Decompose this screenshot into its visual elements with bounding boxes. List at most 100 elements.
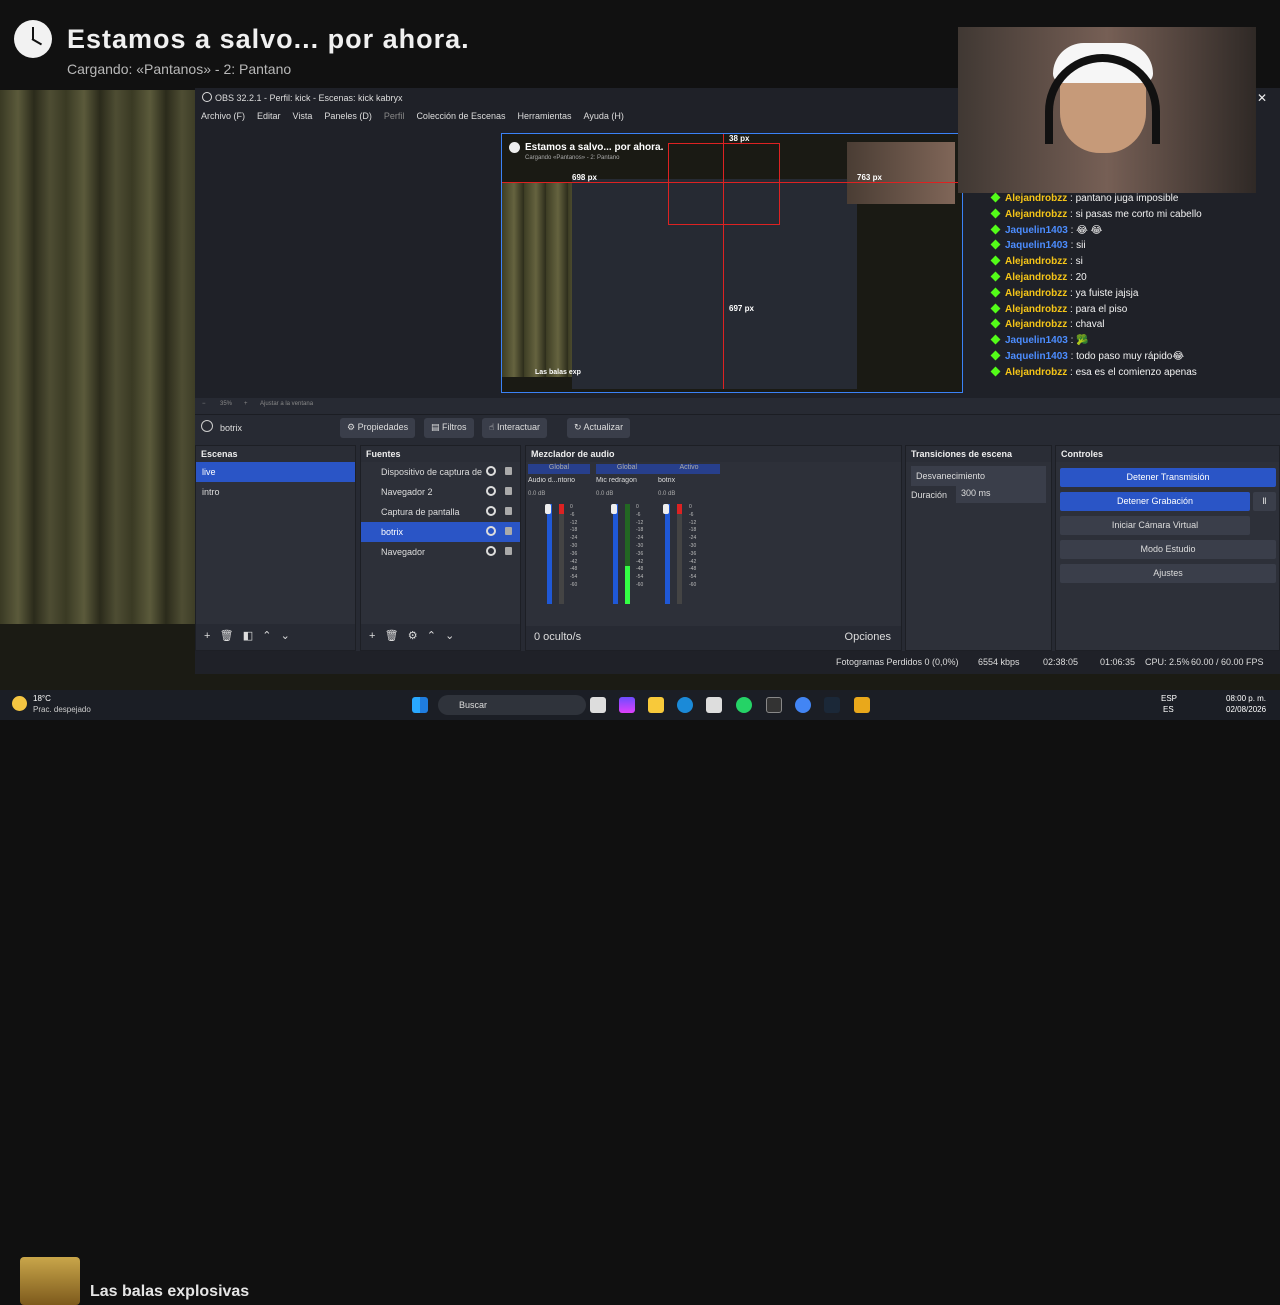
mixer-channel-botrix: Activo botrix 0.0 dB 0 -6 -12 -18 -24 -30 -36 -42-… xyxy=(658,464,720,622)
duration-input[interactable]: 300 ms xyxy=(956,483,1046,503)
clock-icon xyxy=(14,20,52,58)
channel-name-botrix[interactable]: botrix xyxy=(658,477,720,491)
menu-file[interactable]: Archivo (F) xyxy=(195,108,251,124)
start-virtual-camera-button[interactable]: Iniciar Cámara Virtual xyxy=(1060,516,1250,535)
taskbar-date[interactable]: 02/08/2026 xyxy=(1226,705,1266,714)
sources-title: Fuentes xyxy=(361,446,520,462)
treasure-chest-icon xyxy=(20,1257,80,1305)
chat-message: Jaquelin1403 : 🥦 xyxy=(990,334,1280,351)
fit-window-button[interactable]: Ajustar a la ventana xyxy=(260,401,313,407)
input-language[interactable]: ESP xyxy=(1161,694,1177,703)
overlay-title: Estamos a salvo... por ahora. xyxy=(67,24,470,54)
transitions-dock: Transiciones de escena Desvanecimiento D… xyxy=(905,445,1052,651)
source-item-browser[interactable]: Navegador xyxy=(361,542,520,562)
menu-view[interactable]: Vista xyxy=(287,108,319,124)
game-curtain-background xyxy=(0,90,195,624)
source-item-screen-capture[interactable]: Captura de pantalla xyxy=(361,502,520,522)
task-view-icon[interactable] xyxy=(590,697,606,713)
stop-recording-button[interactable]: Detener Grabación xyxy=(1060,492,1250,511)
cpu-usage: CPU: 2.5% xyxy=(1145,657,1190,667)
channel-name-desktop[interactable]: Audio d...ritorio xyxy=(528,477,590,491)
selection-guide-horizontal xyxy=(502,182,962,183)
browser-source-icon xyxy=(201,420,213,432)
chat-message: Jaquelin1403 : todo paso muy rápido😂 xyxy=(990,350,1280,367)
preview-curtain xyxy=(502,182,572,377)
mixer-title: Mezclador de audio xyxy=(526,446,901,462)
scene-tools[interactable]: + 🗑 ◧ ⌃ ⌄ xyxy=(196,624,355,650)
source-item-browser-2[interactable]: Navegador 2 xyxy=(361,482,520,502)
studio-mode-button[interactable]: Modo Estudio xyxy=(1060,540,1276,559)
properties-button[interactable]: ⚙ Propiedades xyxy=(340,418,416,438)
overlay-subtitle: Cargando: «Pantanos» - 2: Pantano xyxy=(67,61,292,77)
game-tip-text: Las balas explosivas xyxy=(90,1283,250,1300)
weather-text: Prac. despejado xyxy=(33,705,91,714)
edge-icon[interactable] xyxy=(677,697,693,713)
chat-message: Alejandrobzz : esa es el comienzo apenas xyxy=(990,366,1280,383)
menu-edit[interactable]: Editar xyxy=(251,108,287,124)
game-icon[interactable] xyxy=(854,697,870,713)
whatsapp-icon[interactable] xyxy=(736,697,752,713)
program-preview[interactable]: Estamos a salvo... por ahora. Cargando «… xyxy=(501,133,963,393)
source-toolbar: botrix ⚙ Propiedades ▤ Filtros ☝ Interac… xyxy=(195,414,1280,440)
refresh-button[interactable]: ↻ Actualizar xyxy=(567,418,631,438)
menu-profile[interactable]: Perfil xyxy=(378,108,411,124)
mixer-channel-mic: Global Mic redragon 0.0 dB 0 -6 -12 -18 -24 -30-… xyxy=(596,464,658,622)
record-time: 01:06:35 xyxy=(1100,657,1136,667)
stop-stream-button[interactable]: Detener Transmisión xyxy=(1060,468,1276,487)
chrome-icon[interactable] xyxy=(795,697,811,713)
chat-message: Jaquelin1403 : sii xyxy=(990,239,1280,256)
selected-source-name: botrix xyxy=(220,423,243,433)
preview-zoom-bar: −35% + Ajustar a la ventana xyxy=(202,401,314,407)
controls-dock: Controles Detener Transmisión Detener Gr… xyxy=(1055,445,1280,651)
sources-dock: Fuentes Dispositivo de captura de Navega… xyxy=(360,445,521,651)
dropped-frames: Fotogramas Perdidos 0 (0,0%) xyxy=(836,657,959,667)
source-item-botrix[interactable]: botrix xyxy=(361,522,520,542)
pause-recording-button[interactable]: Ⅱ xyxy=(1253,492,1276,511)
steam-icon[interactable] xyxy=(824,697,840,713)
mixer-options-button[interactable]: Opciones xyxy=(845,631,891,643)
obs-icon xyxy=(202,92,212,102)
fps: 60.00 / 60.00 FPS xyxy=(1191,657,1264,667)
scene-item-live[interactable]: live xyxy=(196,462,355,482)
menu-help[interactable]: Ayuda (H) xyxy=(578,108,630,124)
settings-button[interactable]: Ajustes xyxy=(1060,564,1276,583)
preview-subtitle: Cargando «Pantanos» - 2: Pantano xyxy=(525,155,620,161)
obs-status-bar: Fotogramas Perdidos 0 (0,0%) 6554 kbps 0… xyxy=(195,651,1280,674)
obs-taskbar-icon[interactable] xyxy=(766,697,782,713)
audio-mixer-dock: Mezclador de audio Global Audio d...ritor… xyxy=(525,445,902,651)
duration-label: Duración xyxy=(911,490,948,500)
source-tools[interactable]: + 🗑 ⚙ ⌃ ⌄ xyxy=(361,624,520,650)
scene-item-intro[interactable]: intro xyxy=(196,482,355,502)
chat-message: Alejandrobzz : ya fuiste jajsja xyxy=(990,287,1280,304)
preview-bottom-text: Las balas exp xyxy=(535,369,581,376)
measure-left: 698 px xyxy=(572,173,597,182)
measure-top: 38 px xyxy=(729,134,750,143)
menu-scene-collection[interactable]: Colección de Escenas xyxy=(410,108,511,124)
zoom-level: 35% xyxy=(220,401,233,407)
weather-icon xyxy=(12,696,27,711)
scenes-title: Escenas xyxy=(196,446,355,462)
file-explorer-icon[interactable] xyxy=(648,697,664,713)
menu-docks[interactable]: Paneles (D) xyxy=(318,108,378,124)
copilot-icon[interactable] xyxy=(619,697,635,713)
menu-tools[interactable]: Herramientas xyxy=(512,108,578,124)
scenes-dock: Escenas live intro + 🗑 ◧ ⌃ ⌄ xyxy=(195,445,356,651)
controls-title: Controles xyxy=(1056,446,1279,462)
chat-message: Alejandrobzz : para el piso xyxy=(990,303,1280,320)
close-icon[interactable]: ✕ xyxy=(1257,91,1267,105)
transitions-title: Transiciones de escena xyxy=(906,446,1051,462)
windows-start-icon[interactable] xyxy=(412,697,428,713)
bitrate: 6554 kbps xyxy=(978,657,1020,667)
source-item-capture-device[interactable]: Dispositivo de captura de xyxy=(361,462,520,482)
preview-clock-icon xyxy=(509,142,520,153)
windows-taskbar: 18°C Prac. despejado Buscar ESP ES 08:00… xyxy=(0,690,1280,720)
taskbar-search[interactable]: Buscar xyxy=(438,695,586,715)
taskbar-time[interactable]: 08:00 p. m. xyxy=(1226,694,1266,703)
store-icon[interactable] xyxy=(706,697,722,713)
chat-message: Alejandrobzz : si xyxy=(990,255,1280,272)
channel-name-mic[interactable]: Mic redragon xyxy=(596,477,658,491)
filters-button[interactable]: ▤ Filtros xyxy=(424,418,474,438)
selection-box[interactable] xyxy=(668,143,780,225)
interact-button[interactable]: ☝ Interactuar xyxy=(482,418,548,438)
obs-window-title: OBS 32.2.1 - Perfil: kick - Escenas: kic… xyxy=(215,93,403,103)
